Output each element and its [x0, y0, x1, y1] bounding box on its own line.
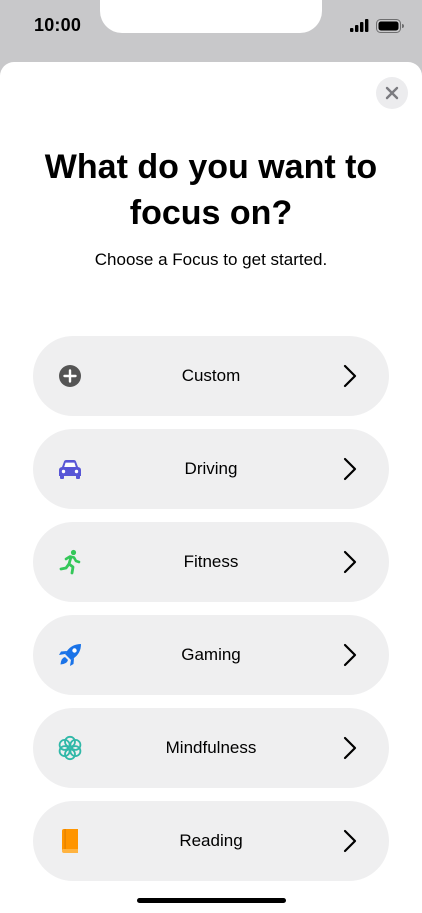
status-bar: 10:00 [0, 0, 422, 60]
status-time: 10:00 [34, 15, 82, 35]
focus-option-driving[interactable]: Driving [33, 429, 389, 509]
chevron-right-icon [343, 550, 357, 574]
focus-option-gaming[interactable]: Gaming [33, 615, 389, 695]
focus-option-label: Reading [179, 831, 243, 850]
battery-icon [376, 19, 404, 33]
notch [100, 0, 322, 33]
close-button[interactable] [376, 77, 408, 109]
focus-option-label: Custom [181, 366, 241, 385]
focus-option-custom[interactable]: Custom [33, 336, 389, 416]
focus-option-fitness[interactable]: Fitness [33, 522, 389, 602]
focus-option-label: Driving [184, 459, 238, 478]
cellular-signal-icon [350, 19, 369, 32]
page-subtitle: Choose a Focus to get started. [94, 250, 328, 269]
chevron-right-icon [343, 829, 357, 853]
focus-option-label: Gaming [181, 645, 241, 664]
focus-option-mindfulness[interactable]: Mindfulness [33, 708, 389, 788]
close-icon [385, 86, 399, 100]
chevron-right-icon [343, 736, 357, 760]
page-title: What do you want to focus on? [44, 148, 378, 232]
focus-option-reading[interactable]: Reading [33, 801, 389, 881]
focus-sheet: What do you want to focus on? Choose a F… [0, 62, 422, 913]
focus-option-label: Fitness [183, 552, 239, 571]
chevron-right-icon [343, 364, 357, 388]
chevron-right-icon [343, 457, 357, 481]
chevron-right-icon [343, 643, 357, 667]
focus-option-label: Mindfulness [165, 738, 257, 757]
home-indicator[interactable] [137, 898, 286, 903]
